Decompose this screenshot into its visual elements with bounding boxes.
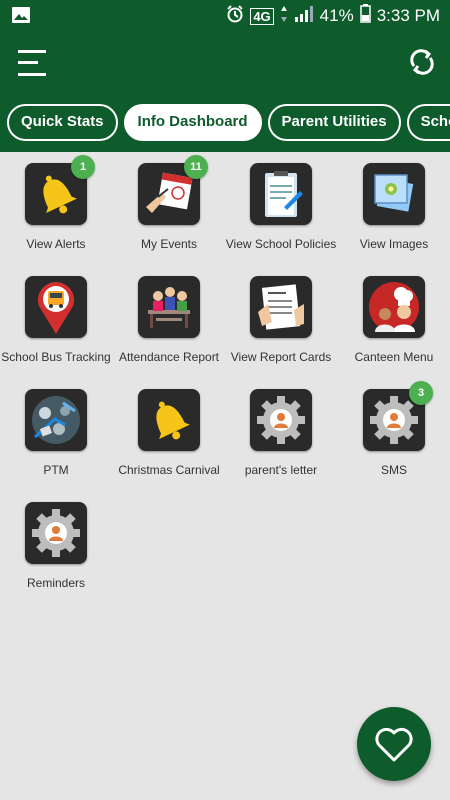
policies-clipboard-icon xyxy=(250,163,312,225)
tab-info-dashboard[interactable]: Info Dashboard xyxy=(123,104,262,141)
gear-person-icon xyxy=(250,389,312,451)
tab-strip: Quick Stats Info Dashboard Parent Utilit… xyxy=(0,96,450,152)
badge-count: 11 xyxy=(184,155,208,179)
bus-location-icon xyxy=(25,276,87,338)
tile-label: PTM xyxy=(43,463,69,477)
calendar-icon: 11 xyxy=(138,155,208,225)
report-card-icon xyxy=(250,276,312,338)
tile-parents-letter[interactable]: parent's letter xyxy=(225,389,337,478)
classroom-icon xyxy=(138,276,200,338)
tile-canteen-menu[interactable]: Canteen Menu xyxy=(338,276,450,365)
signal-icon xyxy=(294,5,314,28)
tile-label: SMS xyxy=(380,463,407,477)
tile-label: My Events xyxy=(140,237,197,251)
tile-my-events[interactable]: 11 My Events xyxy=(113,155,225,252)
tile-view-alerts[interactable]: 1 View Alerts xyxy=(0,155,112,252)
hamburger-menu-icon[interactable] xyxy=(16,46,50,80)
tile-view-images[interactable]: View Images xyxy=(338,163,450,252)
clock: 3:33 PM xyxy=(376,6,440,25)
gear-person-icon xyxy=(25,502,87,564)
tile-view-report-cards[interactable]: View Report Cards xyxy=(225,276,337,365)
tile-label: View Alerts xyxy=(26,237,86,251)
status-bar: 4G 41% 3:33 PM xyxy=(0,0,450,32)
bell-icon xyxy=(138,389,200,451)
tile-reminders[interactable]: Reminders xyxy=(0,502,112,591)
meeting-icon xyxy=(25,389,87,451)
battery-percent: 41% xyxy=(319,6,354,25)
gear-person-icon: 3 xyxy=(363,381,433,451)
tile-label: Attendance Report xyxy=(118,350,220,364)
tile-label: View Report Cards xyxy=(230,350,332,364)
tile-christmas-carnival[interactable]: Christmas Carnival xyxy=(113,389,225,478)
gallery-icon xyxy=(12,7,30,28)
tile-school-bus-tracking[interactable]: School Bus Tracking xyxy=(0,276,112,365)
tile-attendance-report[interactable]: Attendance Report xyxy=(113,276,225,365)
tab-quick-stats[interactable]: Quick Stats xyxy=(7,104,118,141)
alarm-icon xyxy=(226,4,244,28)
tile-ptm[interactable]: PTM xyxy=(0,389,112,478)
tile-view-school-policies[interactable]: View School Policies xyxy=(225,163,337,252)
tile-label: Reminders xyxy=(26,576,86,590)
app-bar xyxy=(0,32,450,96)
data-arrows-icon xyxy=(280,5,288,28)
battery-icon xyxy=(359,4,371,28)
sync-icon[interactable] xyxy=(406,46,438,78)
tile-label: Canteen Menu xyxy=(354,350,434,364)
tile-label: View School Policies xyxy=(225,237,337,251)
images-icon xyxy=(363,163,425,225)
tile-label: School Bus Tracking xyxy=(1,350,111,364)
badge-count: 3 xyxy=(409,381,433,405)
badge-count: 1 xyxy=(71,155,95,179)
tile-label: parent's letter xyxy=(244,463,318,477)
network-type: 4G xyxy=(250,7,274,25)
bell-icon: 1 xyxy=(25,155,95,225)
tab-school-u[interactable]: School U xyxy=(406,104,450,141)
tab-parent-utilities[interactable]: Parent Utilities xyxy=(267,104,401,141)
tile-label: Christmas Carnival xyxy=(118,463,220,477)
tile-sms[interactable]: 3 SMS xyxy=(338,381,450,478)
tile-label: View Images xyxy=(359,237,429,251)
favorites-fab-button[interactable] xyxy=(357,707,431,781)
heart-icon xyxy=(375,727,413,762)
chef-icon xyxy=(363,276,425,338)
